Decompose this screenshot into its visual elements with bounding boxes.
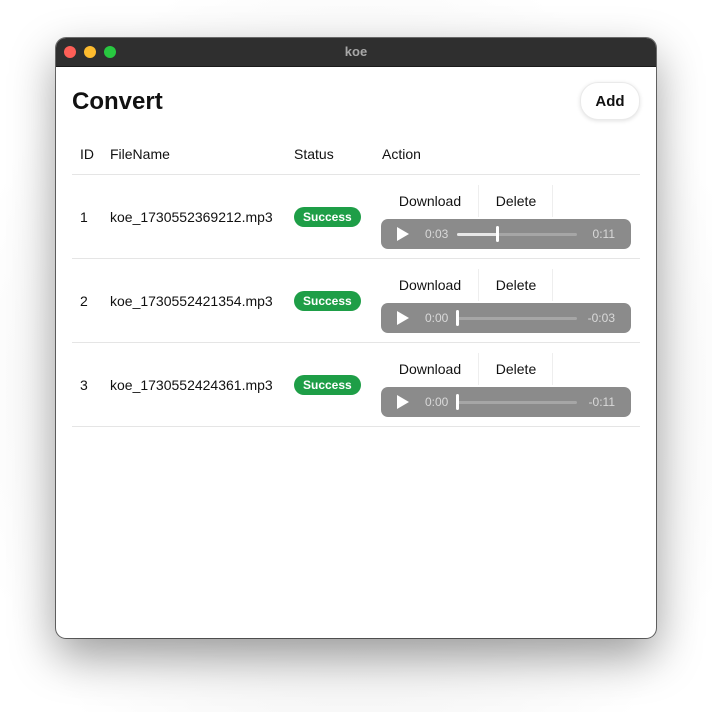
- delete-button[interactable]: Delete: [480, 269, 553, 301]
- row-id: 2: [80, 293, 88, 309]
- conversion-table: ID FileName Status Action 1 koe_17305523…: [72, 136, 640, 427]
- download-button[interactable]: Download: [382, 185, 479, 217]
- seek-bar-thumb[interactable]: [495, 226, 499, 242]
- table-row: 3 koe_1730552424361.mp3 Success Download…: [72, 343, 640, 427]
- status-badge: Success: [294, 207, 361, 227]
- row-id: 3: [80, 377, 88, 393]
- play-icon[interactable]: [397, 395, 409, 409]
- title-bar[interactable]: koe: [56, 38, 656, 67]
- table-header: ID FileName Status Action: [72, 136, 640, 175]
- header-status: Status: [294, 146, 334, 162]
- seek-bar-progress: [457, 233, 497, 236]
- seek-bar-thumb[interactable]: [456, 310, 459, 326]
- remaining-time: 0:11: [592, 227, 615, 241]
- row-filename: koe_1730552369212.mp3: [110, 209, 273, 225]
- current-time: 0:00: [425, 311, 449, 325]
- status-badge: Success: [294, 375, 361, 395]
- audio-player: 0:03 0:11: [381, 219, 631, 249]
- window-title: koe: [344, 44, 368, 59]
- play-icon[interactable]: [397, 227, 409, 241]
- row-filename: koe_1730552421354.mp3: [110, 293, 273, 309]
- row-id: 1: [80, 209, 88, 225]
- row-filename: koe_1730552424361.mp3: [110, 377, 273, 393]
- main-content: Convert Add ID FileName Status Action 1 …: [72, 66, 640, 638]
- delete-button[interactable]: Delete: [480, 353, 553, 385]
- seek-bar[interactable]: [457, 226, 577, 242]
- remaining-time: -0:11: [588, 395, 615, 409]
- seek-bar-thumb[interactable]: [456, 394, 459, 410]
- seek-bar[interactable]: [456, 310, 577, 326]
- remaining-time: -0:03: [587, 311, 615, 325]
- header-action: Action: [382, 146, 421, 162]
- delete-button[interactable]: Delete: [480, 185, 553, 217]
- add-button[interactable]: Add: [580, 82, 640, 120]
- download-button[interactable]: Download: [382, 269, 479, 301]
- status-badge: Success: [294, 291, 361, 311]
- download-button[interactable]: Download: [382, 353, 479, 385]
- audio-player: 0:00 -0:03: [381, 303, 631, 333]
- table-row: 1 koe_1730552369212.mp3 Success Download…: [72, 175, 640, 259]
- current-time: 0:00: [425, 395, 449, 409]
- desktop-background: koe Convert Add ID FileName Status Actio…: [0, 0, 712, 712]
- header-id: ID: [80, 146, 94, 162]
- app-window: koe Convert Add ID FileName Status Actio…: [56, 38, 656, 638]
- seek-bar[interactable]: [456, 394, 577, 410]
- audio-player: 0:00 -0:11: [381, 387, 631, 417]
- current-time: 0:03: [425, 227, 449, 241]
- page-title: Convert: [72, 88, 163, 115]
- header-filename: FileName: [110, 146, 170, 162]
- play-icon[interactable]: [397, 311, 409, 325]
- table-row: 2 koe_1730552421354.mp3 Success Download…: [72, 259, 640, 343]
